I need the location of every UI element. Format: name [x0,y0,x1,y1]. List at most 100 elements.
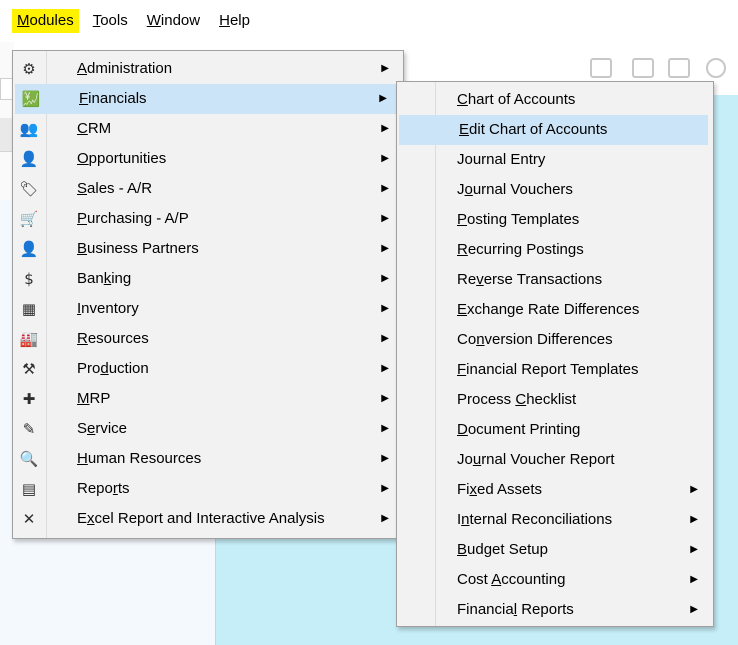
crm-icon: 👥 [19,120,39,138]
menu-item-cost-accounting[interactable]: Cost Accounting ▶ [397,565,713,595]
menu-item-label: CRM [77,120,112,137]
toolbar-doc-icon[interactable] [632,58,654,78]
submenu-arrow-icon: ▶ [381,363,389,374]
menu-item-journal-vouchers[interactable]: Journal Vouchers [397,175,713,205]
menu-item-label: Cost Accounting [457,571,566,588]
menu-item-recurring-postings[interactable]: Recurring Postings [397,235,713,265]
menu-item-service[interactable]: ✎ Service ▶ [13,414,403,444]
menu-item-label: Journal Voucher Report [457,451,615,468]
menu-item-label: Administration [77,60,173,77]
submenu-arrow-icon: ▶ [690,484,698,495]
menu-item-label: Journal Entry [457,151,546,168]
menu-item-conversion-differences[interactable]: Conversion Differences [397,325,713,355]
submenu-arrow-icon: ▶ [381,153,389,164]
menu-item-label: Reverse Transactions [457,271,603,288]
menu-item-label: Budget Setup [457,541,548,558]
sales-icon: 🏷 [19,180,39,198]
menu-item-production[interactable]: ⚒ Production ▶ [13,354,403,384]
menu-item-label: Reports [77,480,130,497]
opportunities-icon: 👤 [19,150,39,168]
menu-item-resources[interactable]: 🏭 Resources ▶ [13,324,403,354]
toolbar-doc-icon[interactable] [668,58,690,78]
menu-item-label: MRP [77,390,111,407]
service-icon: ✎ [22,420,36,438]
menu-item-label: Human Resources [77,450,202,467]
menu-item-purchasing-a-p[interactable]: 🛒 Purchasing - A/P ▶ [13,204,403,234]
menu-item-mrp[interactable]: ✚ MRP ▶ [13,384,403,414]
submenu-arrow-icon: ▶ [381,243,389,254]
menu-item-label: Financial Reports [457,601,574,618]
menu-item-sales-a-r[interactable]: 🏷 Sales - A/R ▶ [13,174,403,204]
menu-item-financial-reports[interactable]: Financial Reports ▶ [397,595,713,625]
menu-item-opportunities[interactable]: 👤 Opportunities ▶ [13,144,403,174]
mrp-icon: ✚ [22,390,36,408]
menu-item-label: Exchange Rate Differences [457,301,640,318]
menu-item-label: Sales - A/R [77,180,153,197]
menu-item-label: Document Printing [457,421,581,438]
menu-item-posting-templates[interactable]: Posting Templates [397,205,713,235]
menu-item-business-partners[interactable]: 👤 Business Partners ▶ [13,234,403,264]
submenu-arrow-icon: ▶ [381,123,389,134]
menu-item-human-resources[interactable]: 🔍 Human Resources ▶ [13,444,403,474]
submenu-arrow-icon: ▶ [381,273,389,284]
menubar: Modules Tools Window Help [0,0,738,42]
toolbar-currency-icon[interactable] [706,58,726,78]
menu-item-label: Production [77,360,149,377]
menu-help[interactable]: Help [214,9,255,33]
menu-item-journal-voucher-report[interactable]: Journal Voucher Report [397,445,713,475]
menu-item-process-checklist[interactable]: Process Checklist [397,385,713,415]
menu-item-label: Inventory [77,300,139,317]
menu-item-chart-of-accounts[interactable]: Chart of Accounts [397,85,713,115]
menu-item-internal-reconciliations[interactable]: Internal Reconciliations ▶ [397,505,713,535]
menu-item-reverse-transactions[interactable]: Reverse Transactions [397,265,713,295]
menu-item-label: Fixed Assets [457,481,543,498]
modules-menu: ⚙ Administration ▶ 💹 Financials ▶ 👥 CRM ▶ 👤 Opport… [12,50,404,539]
menu-item-crm[interactable]: 👥 CRM ▶ [13,114,403,144]
submenu-arrow-icon: ▶ [381,213,389,224]
submenu-arrow-icon: ▶ [381,333,389,344]
menu-item-financials[interactable]: 💹 Financials ▶ [15,84,401,114]
menu-item-reports[interactable]: ▤ Reports ▶ [13,474,403,504]
business-partner-icon: 👤 [19,240,39,258]
menu-item-fixed-assets[interactable]: Fixed Assets ▶ [397,475,713,505]
menu-item-label: Recurring Postings [457,241,584,258]
submenu-arrow-icon: ▶ [690,544,698,555]
menu-item-label: Journal Vouchers [457,181,573,198]
menu-item-label: Internal Reconciliations [457,511,613,528]
menu-item-label: Business Partners [77,240,199,257]
menu-item-financial-report-templates[interactable]: Financial Report Templates [397,355,713,385]
menu-item-inventory[interactable]: ▦ Inventory ▶ [13,294,403,324]
menu-item-label: Edit Chart of Accounts [459,121,608,138]
menu-item-label: Banking [77,270,132,287]
menu-item-exchange-rate-differences[interactable]: Exchange Rate Differences [397,295,713,325]
administration-icon: ⚙ [22,60,36,78]
menu-item-label: Resources [77,330,149,347]
menu-item-edit-chart-of-accounts[interactable]: Edit Chart of Accounts [399,115,708,145]
menu-item-label: Financial Report Templates [457,361,639,378]
reports-icon: ▤ [21,480,37,498]
submenu-arrow-icon: ▶ [690,514,698,525]
menu-modules[interactable]: Modules [12,9,79,33]
menu-item-label: Financials [79,90,147,107]
submenu-arrow-icon: ▶ [381,183,389,194]
submenu-arrow-icon: ▶ [381,393,389,404]
excel-report-icon: ✕ [22,510,36,528]
menu-item-label: Opportunities [77,150,167,167]
banking-icon: $ [24,270,34,288]
menu-item-administration[interactable]: ⚙ Administration ▶ [13,54,403,84]
menu-item-label: Purchasing - A/P [77,210,189,227]
toolbar-doc-icon[interactable] [590,58,612,78]
menu-window[interactable]: Window [142,9,205,33]
financials-submenu: Chart of Accounts Edit Chart of Accounts J… [396,81,714,627]
menu-item-banking[interactable]: $ Banking ▶ [13,264,403,294]
menu-item-budget-setup[interactable]: Budget Setup ▶ [397,535,713,565]
menu-tools[interactable]: Tools [88,9,133,33]
submenu-arrow-icon: ▶ [381,423,389,434]
submenu-arrow-icon: ▶ [381,483,389,494]
menu-item-document-printing[interactable]: Document Printing [397,415,713,445]
menu-item-excel-report-and-interactive-analysis[interactable]: ✕ Excel Report and Interactive Analysis ▶ [13,504,403,534]
submenu-arrow-icon: ▶ [690,604,698,615]
submenu-arrow-icon: ▶ [379,93,387,104]
menu-item-label: Conversion Differences [457,331,613,348]
menu-item-journal-entry[interactable]: Journal Entry [397,145,713,175]
